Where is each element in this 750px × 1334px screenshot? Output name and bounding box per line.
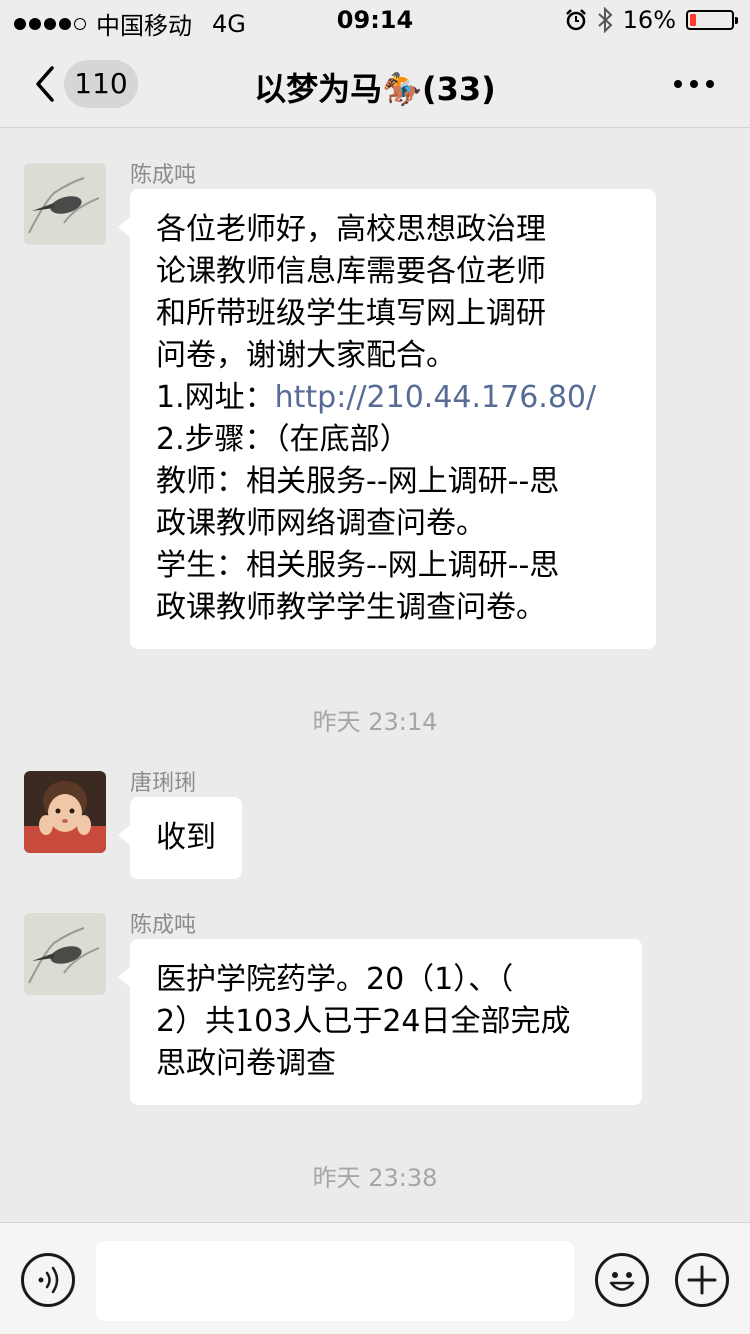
- message-input[interactable]: [96, 1241, 574, 1321]
- emoji-icon[interactable]: [595, 1253, 649, 1307]
- message-line: 教师：相关服务--网上调研--思: [156, 464, 560, 499]
- avatar[interactable]: [24, 913, 106, 995]
- message-line: 2.步骤：（在底部）: [156, 422, 410, 457]
- plus-icon[interactable]: [675, 1253, 729, 1307]
- message-line: 医护学院药学。20（1）、（: [156, 962, 514, 997]
- message-input-bar: [0, 1222, 750, 1334]
- alarm-icon: [565, 9, 586, 31]
- message-line: 学生：相关服务--网上调研--思: [156, 548, 560, 583]
- message-line: 问卷，谢谢大家配合。: [156, 338, 456, 373]
- message-bubble[interactable]: 各位老师好，高校思想政治理 论课教师信息库需要各位老师 和所带班级学生填写网上调…: [118, 189, 656, 649]
- voice-icon[interactable]: [21, 1253, 75, 1307]
- avatar[interactable]: [24, 163, 106, 245]
- sender-name: 唐琍琍: [130, 771, 197, 796]
- timestamp-divider: 昨天 23:14: [312, 708, 438, 736]
- message-line: 2）共103人已于24日全部完成: [156, 1004, 571, 1039]
- battery-icon: [686, 10, 738, 30]
- message-line: 政课教师网络调查问卷。: [156, 506, 486, 541]
- message-line: 各位老师好，高校思想政治理: [156, 212, 546, 247]
- sender-name: 陈成吨: [130, 163, 197, 188]
- sender-name: 陈成吨: [130, 913, 197, 938]
- message-line: 思政问卷调查: [156, 1046, 336, 1081]
- message-line: 收到: [156, 820, 216, 855]
- battery-level: [690, 14, 697, 26]
- message-line: 和所带班级学生填写网上调研: [156, 296, 546, 331]
- message-bubble[interactable]: 收到: [118, 797, 242, 879]
- message-link[interactable]: http://210.44.176.80/: [275, 380, 597, 415]
- chat-title: 以梦为马🏇(33): [254, 70, 496, 108]
- message-bubble[interactable]: 医护学院药学。20（1）、（ 2）共103人已于24日全部完成 思政问卷调查: [118, 939, 642, 1105]
- bluetooth-icon: [597, 7, 613, 33]
- ellipsis-icon[interactable]: [674, 80, 714, 88]
- url-label: 1.网址：: [156, 380, 275, 415]
- message-line: 论课教师信息库需要各位老师: [156, 254, 546, 289]
- battery-percent: 16%: [622, 6, 676, 34]
- timestamp-divider: 昨天 23:38: [312, 1164, 438, 1192]
- status-bar: 中国移动 4G 09:14 16%: [0, 0, 750, 40]
- message-line-url: 1.网址：http://210.44.176.80/: [156, 377, 630, 419]
- chat-header: 110 以梦为马🏇(33): [0, 40, 750, 128]
- message-line: 政课教师教学学生调查问卷。: [156, 590, 546, 625]
- avatar[interactable]: [24, 771, 106, 853]
